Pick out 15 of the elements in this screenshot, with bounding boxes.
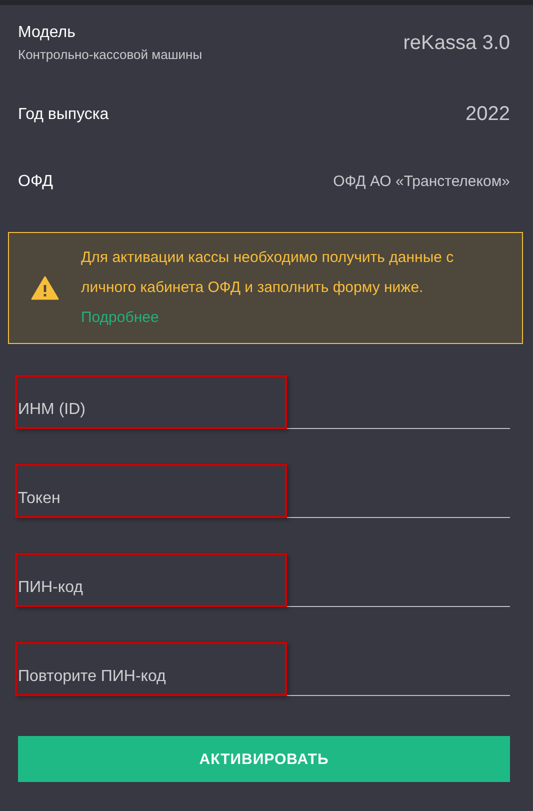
input-field[interactable]: Повторите ПИН-код: [18, 653, 510, 696]
info-value: reKassa 3.0: [403, 32, 510, 54]
warning-icon: [31, 276, 59, 300]
alert-message: Для активации кассы необходимо получить данные с личного кабинета ОФД и заполнить форму ниже. Подробнее: [81, 248, 455, 328]
info-value: ОФД АО «Транстелеком»: [333, 173, 510, 190]
activate-button[interactable]: АКТИВИРОВАТЬ: [18, 736, 510, 782]
input-field[interactable]: ИНМ (ID): [18, 386, 510, 429]
input-field[interactable]: ПИН-код: [18, 564, 510, 607]
info-value: 2022: [466, 103, 510, 126]
info-label: Модель: [18, 24, 76, 42]
info-label: ОФД: [18, 172, 53, 190]
input-field[interactable]: Токен: [18, 475, 510, 518]
info-label: Год выпуска: [18, 106, 109, 124]
info-sublabel: Контрольно-кассовой машины: [18, 47, 202, 62]
details-link[interactable]: Подробнее: [81, 309, 159, 326]
